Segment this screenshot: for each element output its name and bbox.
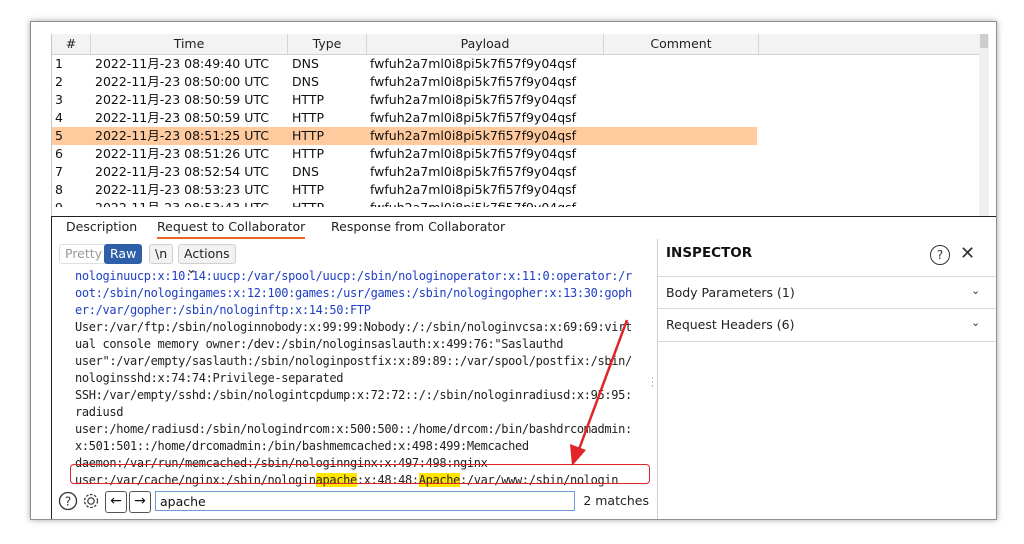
row-number: 5	[55, 128, 63, 143]
row-number: 8	[55, 182, 63, 197]
inspector-title: INSPECTOR	[666, 245, 753, 261]
gear-icon[interactable]	[81, 491, 101, 511]
row-number: 3	[55, 92, 63, 107]
previous-match-button[interactable]: ←	[105, 491, 127, 513]
row-time: 2022-11月-23 08:53:43 UTC	[95, 199, 269, 207]
tab-description[interactable]: Description	[66, 217, 137, 237]
code-line: SSH:/var/empty/sshd:/sbin/nologintcpdump…	[75, 388, 632, 402]
row-type: DNS	[292, 74, 319, 89]
help-icon[interactable]: ?	[930, 245, 950, 265]
actions-label: Actions	[184, 246, 230, 261]
column-header-time[interactable]: Time	[91, 34, 288, 54]
row-payload: fwfuh2a7ml0i8pi5k7fi57f9y04qsf	[370, 199, 576, 207]
inspector-section-request-headers[interactable]: Request Headers (6) ⌄	[658, 308, 996, 342]
chevron-down-icon: ⌄	[971, 284, 981, 297]
column-header-comment[interactable]: Comment	[604, 34, 759, 54]
row-number: 9	[55, 199, 63, 207]
newline-toggle-button[interactable]: \n	[149, 244, 174, 264]
row-type: HTTP	[292, 199, 324, 207]
request-pane: Pretty Raw \n Actions ⌄ nologinuucp:x:10…	[52, 239, 655, 519]
table-row[interactable]: 8 2022-11月-23 08:53:23 UTC HTTP fwfuh2a7…	[52, 181, 982, 199]
code-line: nologinuucp:x:10:14:uucp:/var/spool/uucp…	[75, 269, 632, 283]
details-tabs: Description Request to Collaborator Resp…	[52, 217, 652, 239]
inspector-panel: INSPECTOR ? ✕ Body Parameters (1) ⌄ Requ…	[658, 239, 996, 519]
code-line: oot:/sbin/nologingames:x:12:100:games:/u…	[75, 286, 632, 300]
tab-request-to-collaborator[interactable]: Request to Collaborator	[157, 217, 306, 239]
row-type: HTTP	[292, 128, 324, 143]
table-row[interactable]: 1 2022-11月-23 08:49:40 UTC DNS fwfuh2a7m…	[52, 55, 982, 73]
column-header-number[interactable]: #	[52, 34, 91, 54]
code-line: User:/var/ftp:/sbin/nologinnobody:x:99:9…	[75, 320, 632, 334]
table-header: # Time Type Payload Comment	[52, 34, 982, 55]
row-time: 2022-11月-23 08:50:00 UTC	[95, 74, 270, 89]
row-payload: fwfuh2a7ml0i8pi5k7fi57f9y04qsf	[370, 182, 577, 197]
pretty-button[interactable]: Pretty	[59, 244, 109, 264]
column-header-payload[interactable]: Payload	[367, 34, 604, 54]
search-bar: ? ← → 2 matches	[52, 488, 655, 516]
table-row[interactable]: 2 2022-11月-23 08:50:00 UTC DNS fwfuh2a7m…	[52, 73, 982, 91]
code-line: user":/var/empty/saslauth:/sbin/nologinp…	[75, 354, 632, 368]
row-time: 2022-11月-23 08:50:59 UTC	[95, 110, 270, 125]
row-time: 2022-11月-23 08:53:23 UTC	[95, 182, 270, 197]
row-time: 2022-11月-23 08:51:26 UTC	[95, 146, 270, 161]
help-icon[interactable]: ?	[58, 491, 78, 511]
annotation-highlight-box	[70, 464, 650, 484]
close-icon[interactable]: ✕	[960, 243, 975, 264]
section-label: Request Headers (6)	[666, 317, 795, 332]
table-scrollbar[interactable]	[979, 34, 989, 216]
row-time: 2022-11月-23 08:50:59 UTC	[95, 92, 270, 107]
column-header-type[interactable]: Type	[288, 34, 367, 54]
row-type: HTTP	[292, 110, 324, 125]
svg-text:?: ?	[65, 495, 71, 509]
burp-collaborator-window: # Time Type Payload Comment 1 2022-11月-2…	[30, 21, 997, 520]
row-time: 2022-11月-23 08:51:25 UTC	[95, 128, 270, 143]
pane-resize-handle[interactable]: · · ·	[651, 375, 654, 392]
table-row[interactable]: 4 2022-11月-23 08:50:59 UTC HTTP fwfuh2a7…	[52, 109, 982, 127]
row-number: 6	[55, 146, 63, 161]
row-payload: fwfuh2a7ml0i8pi5k7fi57f9y04qsf	[370, 128, 577, 143]
row-payload: fwfuh2a7ml0i8pi5k7fi57f9y04qsf	[370, 74, 577, 89]
details-panel: Description Request to Collaborator Resp…	[51, 216, 996, 519]
inspector-section-body-parameters[interactable]: Body Parameters (1) ⌄	[658, 276, 996, 309]
row-time: 2022-11月-23 08:52:54 UTC	[95, 164, 270, 179]
chevron-down-icon: ⌄	[971, 316, 981, 329]
code-line: user:/home/radiusd:/sbin/nologindrcom:x:…	[75, 422, 632, 436]
section-label: Body Parameters (1)	[666, 285, 795, 300]
table-row[interactable]: 6 2022-11月-23 08:51:26 UTC HTTP fwfuh2a7…	[52, 145, 982, 163]
table-rows: 1 2022-11月-23 08:49:40 UTC DNS fwfuh2a7m…	[52, 55, 982, 207]
row-type: DNS	[292, 56, 319, 71]
match-count: 2 matches	[583, 493, 649, 508]
row-number: 2	[55, 74, 63, 89]
row-number: 1	[55, 56, 63, 71]
row-payload: fwfuh2a7ml0i8pi5k7fi57f9y04qsf	[370, 164, 577, 179]
code-line: er:/var/gopher:/sbin/nologinftp:x:14:50:…	[75, 303, 371, 317]
table-row[interactable]: 3 2022-11月-23 08:50:59 UTC HTTP fwfuh2a7…	[52, 91, 982, 109]
row-payload: fwfuh2a7ml0i8pi5k7fi57f9y04qsf	[370, 146, 577, 161]
actions-button[interactable]: Actions ⌄	[178, 244, 236, 276]
row-payload: fwfuh2a7ml0i8pi5k7fi57f9y04qsf	[370, 56, 577, 71]
row-number: 4	[55, 110, 63, 125]
row-type: HTTP	[292, 92, 324, 107]
search-input[interactable]	[155, 491, 575, 511]
code-line: x:501:501::/home/drcomadmin:/bin/bashmem…	[75, 439, 529, 453]
scrollbar-thumb[interactable]	[980, 34, 988, 48]
row-payload: fwfuh2a7ml0i8pi5k7fi57f9y04qsf	[370, 92, 577, 107]
row-type: HTTP	[292, 146, 324, 161]
interactions-table: # Time Type Payload Comment 1 2022-11月-2…	[51, 34, 992, 216]
code-line: ual console memory owner:/dev:/sbin/nolo…	[75, 337, 564, 351]
table-row[interactable]: 7 2022-11月-23 08:52:54 UTC DNS fwfuh2a7m…	[52, 163, 982, 181]
raw-button[interactable]: Raw	[104, 244, 143, 264]
row-type: DNS	[292, 164, 319, 179]
code-line: radiusd	[75, 405, 124, 419]
table-row[interactable]: 9 2022-11月-23 08:53:43 UTC HTTP fwfuh2a7…	[52, 199, 982, 207]
row-time: 2022-11月-23 08:49:40 UTC	[95, 56, 270, 71]
next-match-button[interactable]: →	[129, 491, 151, 513]
tab-response-from-collaborator[interactable]: Response from Collaborator	[331, 217, 505, 237]
row-number: 7	[55, 164, 63, 179]
row-type: HTTP	[292, 182, 324, 197]
table-row-selected[interactable]: 5 2022-11月-23 08:51:25 UTC HTTP fwfuh2a7…	[52, 127, 757, 145]
code-line: nologinsshd:x:74:74:Privilege-separated	[75, 371, 344, 385]
raw-message-editor[interactable]: nologinuucp:x:10:14:uucp:/var/spool/uucp…	[75, 268, 645, 489]
row-payload: fwfuh2a7ml0i8pi5k7fi57f9y04qsf	[370, 110, 577, 125]
